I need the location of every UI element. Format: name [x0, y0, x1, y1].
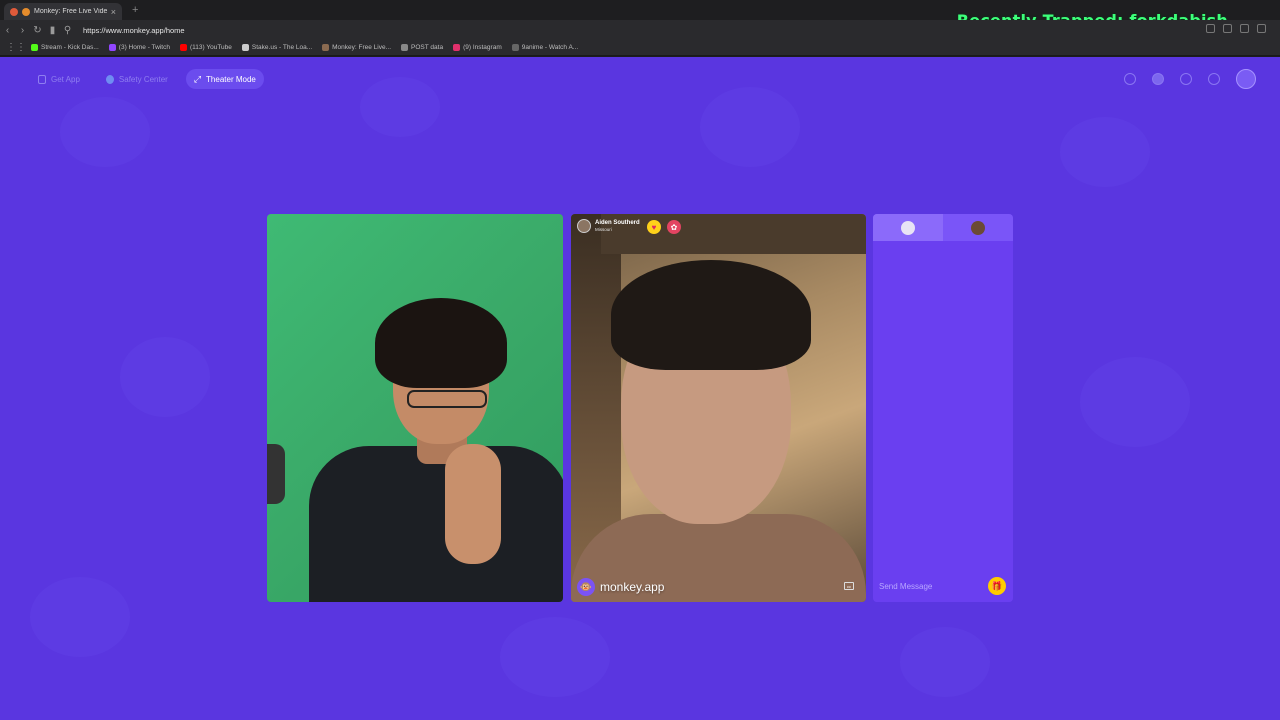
- heart-icon[interactable]: ♥: [647, 220, 661, 234]
- safety-center-button[interactable]: Safety Center: [98, 69, 176, 89]
- tab-favicon-icon: [10, 7, 18, 16]
- back-icon[interactable]: ‹: [0, 25, 15, 36]
- top-nav: Get App Safety Center ⤢ Theater Mode: [30, 69, 264, 89]
- apps-grid-icon[interactable]: ⋮⋮: [6, 42, 26, 53]
- tab-audio-icon: [22, 7, 30, 16]
- shield-icon: [105, 74, 114, 84]
- site-settings-icon[interactable]: ⚲: [60, 25, 75, 36]
- video-stage: Aiden Southerd Missouri ♥ ✿ 🐵 monkey.app…: [267, 214, 1013, 602]
- bg-blob: [700, 87, 800, 167]
- new-tab-button[interactable]: +: [132, 4, 138, 16]
- chat-icon[interactable]: [1208, 73, 1220, 85]
- remote-video: Aiden Southerd Missouri ♥ ✿ 🐵 monkey.app…: [571, 214, 866, 602]
- bookmark-instagram-icon: [453, 44, 461, 51]
- bg-blob: [360, 77, 440, 137]
- local-avatar: [901, 220, 915, 235]
- bg-blob: [500, 617, 610, 697]
- search-icon[interactable]: [1124, 73, 1136, 85]
- brand-name: monkey.app: [600, 580, 665, 594]
- bookmark-item[interactable]: Stake.us - The Loa...: [241, 44, 312, 51]
- profile-avatar[interactable]: [1236, 69, 1256, 89]
- remote-user-chip[interactable]: Aiden Southerd Missouri: [577, 219, 640, 233]
- chat-header: [873, 214, 1013, 241]
- bookmark-anime-icon: [511, 44, 519, 51]
- remote-user-info: Aiden Southerd Missouri: [595, 220, 640, 233]
- right-nav: [1124, 69, 1256, 89]
- coin-icon[interactable]: [1152, 73, 1164, 85]
- bookmark-twitch-icon: [108, 44, 116, 51]
- remote-user-avatar: [577, 219, 591, 233]
- tab-close-icon[interactable]: ×: [111, 7, 116, 17]
- get-app-label: Get App: [51, 74, 80, 84]
- theater-mode-button[interactable]: ⤢ Theater Mode: [185, 69, 264, 89]
- bg-blob: [120, 337, 210, 417]
- monkey-app-page: Get App Safety Center ⤢ Theater Mode Aid…: [0, 57, 1280, 720]
- bookmark-item[interactable]: POST data: [401, 44, 443, 51]
- tab-title: Monkey: Free Live Video Chat: [34, 8, 107, 15]
- chat-tab-remote[interactable]: [943, 214, 1013, 241]
- remote-avatar: [971, 220, 985, 235]
- captions-icon[interactable]: cc: [844, 582, 854, 590]
- message-input[interactable]: Send Message 🎁: [873, 570, 1013, 602]
- bookmark-item[interactable]: Stream - Kick Das...: [31, 44, 99, 51]
- bg-blob: [30, 577, 130, 657]
- gift-icon[interactable]: 🎁: [988, 577, 1006, 595]
- person-body: [309, 446, 563, 602]
- phone-icon: [38, 74, 46, 84]
- get-app-button[interactable]: Get App: [30, 69, 88, 89]
- bg-blob: [60, 97, 150, 167]
- bookmark-youtube-icon: [179, 44, 187, 51]
- sidebar-icon[interactable]: [1223, 24, 1232, 33]
- remote-user-name: Aiden Southerd: [595, 219, 640, 226]
- expand-icon: ⤢: [193, 73, 202, 84]
- local-video: [267, 214, 563, 602]
- remote-user-location: Missouri: [595, 226, 612, 232]
- glasses: [407, 390, 487, 408]
- chat-tab-local[interactable]: [873, 214, 943, 241]
- browser-tab[interactable]: Monkey: Free Live Video Chat ×: [4, 3, 122, 20]
- safety-center-label: Safety Center: [118, 74, 168, 84]
- extension-icon[interactable]: [1206, 24, 1215, 33]
- bookmark-kick-icon: [31, 44, 38, 51]
- reload-icon[interactable]: ↻: [30, 25, 45, 36]
- bookmark-stake-icon: [241, 44, 249, 51]
- bookmark-item[interactable]: (9) Instagram: [453, 44, 502, 51]
- ceiling: [601, 214, 866, 254]
- address-bar-icons: [1206, 24, 1266, 33]
- bookmarks-bar: ⋮⋮ Stream - Kick Das... (3) Home - Twitc…: [0, 40, 1280, 56]
- bookmark-item[interactable]: Monkey: Free Live...: [322, 44, 391, 51]
- bookmark-item[interactable]: (3) Home - Twitch: [108, 44, 170, 51]
- url-field[interactable]: https://www.monkey.app/home: [83, 26, 185, 35]
- bookmark-icon[interactable]: ▮: [45, 25, 60, 36]
- menu-icon[interactable]: [1257, 24, 1266, 33]
- rose-icon[interactable]: ✿: [667, 220, 681, 234]
- monkey-logo-icon: 🐵: [577, 578, 595, 596]
- edge-shape: [267, 444, 285, 504]
- bg-blob: [1080, 357, 1190, 447]
- address-bar: ‹ › ↻ ▮ ⚲ https://www.monkey.app/home: [0, 20, 1280, 40]
- person-hair: [611, 260, 811, 370]
- bg-blob: [900, 627, 990, 697]
- history-icon[interactable]: [1180, 73, 1192, 85]
- chat-panel: Send Message 🎁: [873, 214, 1013, 602]
- bookmark-monkey-icon: [322, 44, 330, 51]
- bg-blob: [1060, 117, 1150, 187]
- bookmark-post-icon: [401, 44, 409, 51]
- shield-icon[interactable]: [1240, 24, 1249, 33]
- person-hair: [375, 298, 507, 388]
- forward-icon[interactable]: ›: [15, 25, 30, 36]
- bookmark-item[interactable]: 9anime - Watch A...: [511, 44, 578, 51]
- message-placeholder: Send Message: [879, 581, 933, 591]
- browser-tab-bar: Monkey: Free Live Video Chat × + Recentl…: [0, 0, 1280, 30]
- person-hand: [445, 444, 501, 564]
- brand-watermark: 🐵 monkey.app: [577, 578, 664, 596]
- bookmark-item[interactable]: (113) YouTube: [179, 44, 232, 51]
- theater-mode-label: Theater Mode: [206, 74, 256, 84]
